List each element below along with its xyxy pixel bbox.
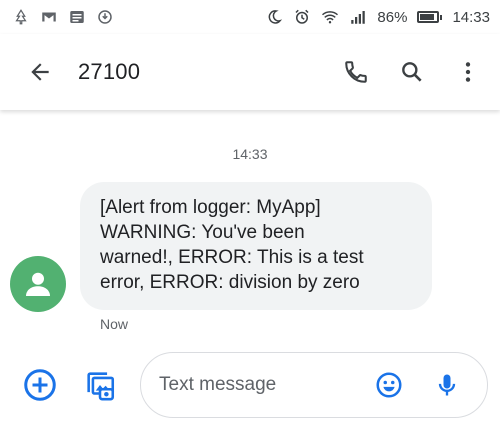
back-arrow-icon xyxy=(31,63,49,81)
message-input[interactable] xyxy=(159,374,359,396)
more-options-button[interactable] xyxy=(446,50,490,94)
back-button[interactable] xyxy=(16,48,64,96)
message-bubble[interactable]: [Alert from logger: MyApp] WARNING: You'… xyxy=(80,182,432,310)
dnd-moon-icon xyxy=(265,8,283,26)
gmail-icon xyxy=(40,8,58,26)
signal-icon xyxy=(349,8,367,26)
wifi-icon xyxy=(321,8,339,26)
status-left xyxy=(12,8,114,26)
call-button[interactable] xyxy=(334,50,378,94)
message-status: Now xyxy=(100,316,129,332)
attach-button[interactable] xyxy=(18,363,62,407)
search-button[interactable] xyxy=(390,50,434,94)
conversation-title: 27100 xyxy=(78,59,141,84)
message-timestamp: 14:33 xyxy=(232,146,268,162)
news-icon xyxy=(68,8,86,26)
message-line: error, ERROR: division by zero xyxy=(100,272,360,293)
voice-input-button[interactable] xyxy=(429,367,465,403)
gallery-button[interactable] xyxy=(78,363,122,407)
tree-icon xyxy=(12,8,30,26)
battery-icon xyxy=(417,11,443,23)
alarm-icon xyxy=(293,8,311,26)
battery-percent: 86% xyxy=(377,8,408,26)
message-line: warned!, ERROR: This is a test xyxy=(100,247,364,268)
mic-icon xyxy=(438,374,456,396)
message-field[interactable] xyxy=(140,352,488,418)
status-bar: 86% 14:33 xyxy=(0,0,500,34)
status-time: 14:33 xyxy=(452,8,490,26)
message-line: WARNING: You've been xyxy=(100,222,305,243)
status-right: 86% 14:33 xyxy=(265,8,490,26)
shield-icon xyxy=(96,8,114,26)
search-icon xyxy=(402,62,422,82)
app-bar-actions xyxy=(334,50,490,94)
phone-icon xyxy=(345,61,367,83)
message-line: [Alert from logger: MyApp] xyxy=(100,197,321,218)
app-bar: 27100 xyxy=(0,34,500,110)
add-circle-icon xyxy=(24,369,56,401)
person-icon xyxy=(26,272,50,296)
gallery-icon xyxy=(87,372,115,401)
more-vert-icon xyxy=(465,62,471,82)
compose-bar xyxy=(0,346,500,434)
emoji-icon xyxy=(376,372,402,398)
emoji-button[interactable] xyxy=(371,367,407,403)
avatar[interactable] xyxy=(10,256,66,312)
